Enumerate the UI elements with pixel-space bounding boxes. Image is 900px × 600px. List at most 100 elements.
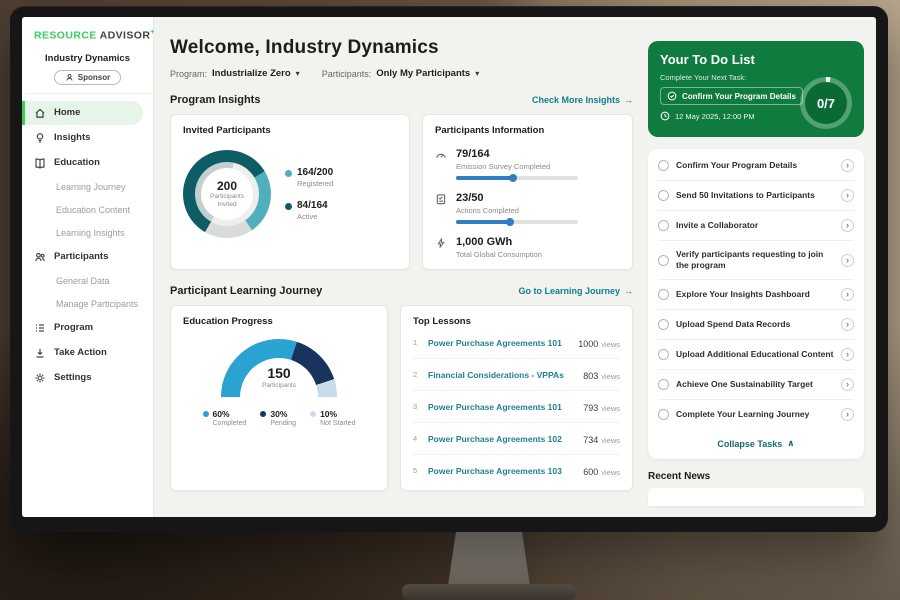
sidebar-item-label: Education Content [56, 205, 130, 215]
sidebar-item-label: Learning Journey [56, 182, 126, 192]
task-label: Achieve One Sustainability Target [676, 379, 834, 390]
info-row-consumption: 1,000 GWh Total Global Consumption [435, 236, 620, 259]
lesson-link[interactable]: Power Purchase Agreements 101 [428, 402, 576, 412]
sidebar-item-education[interactable]: Education [22, 151, 153, 175]
lesson-link[interactable]: Power Purchase Agreements 101 [428, 338, 571, 348]
check-more-insights-link[interactable]: Check More Insights → [532, 95, 633, 105]
education-progress-gauge-chart: 150 Participants [221, 339, 337, 397]
chevron-down-icon: ▾ [296, 69, 300, 78]
task-checkbox[interactable] [658, 379, 669, 390]
sponsor-badge[interactable]: Sponsor [54, 70, 121, 85]
lesson-views-unit: views [601, 468, 620, 477]
chevron-right-icon[interactable]: › [841, 189, 854, 202]
sidebar-item-education-content[interactable]: Education Content [22, 199, 153, 221]
task-label: Confirm Your Program Details [676, 160, 834, 171]
task-item[interactable]: Explore Your Insights Dashboard › [658, 280, 854, 310]
top-lessons-card: Top Lessons 1 Power Purchase Agreements … [400, 305, 633, 491]
gear-icon [34, 372, 46, 384]
task-checkbox[interactable] [658, 319, 669, 330]
task-item[interactable]: Achieve One Sustainability Target › [658, 370, 854, 400]
legend-item-not-started: 10% Not Started [310, 409, 355, 427]
go-to-learning-journey-link[interactable]: Go to Learning Journey → [518, 286, 633, 296]
filters-bar: Program: Industrialize Zero ▾ Participan… [170, 68, 633, 79]
education-progress-card: Education Progress 150 Participants 60% … [170, 305, 388, 491]
collapse-tasks-link[interactable]: Collapse Tasks ∧ [658, 429, 854, 459]
chevron-right-icon[interactable]: › [841, 318, 854, 331]
sidebar-item-learning-journey[interactable]: Learning Journey [22, 176, 153, 198]
sidebar-item-insights[interactable]: Insights [22, 126, 153, 150]
task-item[interactable]: Invite a Collaborator › [658, 211, 854, 241]
sidebar-item-take-action[interactable]: Take Action [22, 341, 153, 365]
consumption-label: Total Global Consumption [456, 250, 542, 259]
lesson-link[interactable]: Power Purchase Agreements 102 [428, 434, 576, 444]
brand-primary: RESOURCE [34, 30, 97, 42]
brand-secondary: ADVISOR [100, 30, 151, 42]
card-title: Education Progress [183, 316, 375, 327]
sidebar-item-program[interactable]: Program [22, 316, 153, 340]
task-checkbox[interactable] [658, 220, 669, 231]
todo-title: Your To Do List [660, 52, 852, 67]
sidebar-item-manage-participants[interactable]: Manage Participants [22, 293, 153, 315]
card-title: Participants Information [435, 125, 620, 136]
lesson-row: 3 Power Purchase Agreements 101 793views [413, 391, 620, 423]
sidebar-item-home[interactable]: Home [22, 101, 143, 125]
monitor-stand-neck [448, 530, 530, 586]
participants-count-label: Participants [221, 382, 337, 389]
lesson-link[interactable]: Power Purchase Agreements 103 [428, 466, 576, 476]
task-checkbox[interactable] [658, 349, 669, 360]
monitor-frame: RESOURCE ADVISOR+ Industry Dynamics Spon… [10, 6, 888, 532]
program-insights-header: Program Insights Check More Insights → [170, 94, 633, 106]
legend-item-completed: 60% Completed [203, 409, 247, 427]
task-label: Verify participants requesting to join t… [676, 249, 834, 271]
main-content: Welcome, Industry Dynamics Program: Indu… [154, 17, 646, 517]
right-panel: Your To Do List Complete Your Next Task:… [646, 17, 876, 517]
task-item[interactable]: Complete Your Learning Journey › [658, 400, 854, 429]
task-label: Send 50 Invitations to Participants [676, 190, 834, 201]
task-checkbox[interactable] [658, 409, 669, 420]
book-icon [34, 157, 46, 169]
task-checkbox[interactable] [658, 289, 669, 300]
chevron-right-icon[interactable]: › [841, 254, 854, 267]
active-label: Active [297, 212, 328, 221]
chevron-right-icon[interactable]: › [841, 219, 854, 232]
brand-logo: RESOURCE ADVISOR+ [22, 29, 153, 44]
legend-dot [285, 170, 292, 177]
task-item[interactable]: Send 50 Invitations to Participants › [658, 181, 854, 211]
sidebar-item-settings[interactable]: Settings [22, 366, 153, 390]
learning-cards-row: Education Progress 150 Participants 60% … [170, 305, 633, 491]
meter-icon [435, 149, 447, 161]
chevron-right-icon[interactable]: › [841, 408, 854, 421]
emission-survey-label: Emission Survey Completed [456, 162, 578, 171]
emission-survey-progressbar [456, 176, 578, 180]
chevron-right-icon[interactable]: › [841, 288, 854, 301]
not-started-label: Not Started [320, 420, 355, 427]
chevron-right-icon[interactable]: › [841, 378, 854, 391]
task-item[interactable]: Confirm Your Program Details › [658, 151, 854, 181]
task-checkbox[interactable] [658, 255, 669, 266]
sidebar-item-label: Education [54, 157, 100, 168]
task-checkbox[interactable] [658, 160, 669, 171]
lesson-views: 734 [583, 435, 598, 445]
legend-dot [285, 203, 292, 210]
gauge-center: 150 Participants [221, 365, 337, 389]
task-checkbox[interactable] [658, 190, 669, 201]
sidebar-nav: Home Insights Education Learning Journey… [22, 93, 153, 390]
sidebar-item-participants[interactable]: Participants [22, 245, 153, 269]
sidebar-item-general-data[interactable]: General Data [22, 270, 153, 292]
legend-dot [310, 411, 316, 417]
chevron-up-icon: ∧ [787, 438, 794, 449]
lesson-views-unit: views [601, 436, 620, 445]
check-circle-icon [667, 91, 677, 101]
lesson-views: 600 [583, 467, 598, 477]
task-item[interactable]: Verify participants requesting to join t… [658, 241, 854, 280]
participants-filter[interactable]: Participants: Only My Participants ▾ [322, 68, 480, 79]
task-item[interactable]: Upload Spend Data Records › [658, 310, 854, 340]
task-item[interactable]: Upload Additional Educational Content › [658, 340, 854, 370]
next-task[interactable]: Confirm Your Program Details [660, 87, 803, 105]
lesson-link[interactable]: Financial Considerations - VPPAs [428, 370, 576, 380]
program-filter[interactable]: Program: Industrialize Zero ▾ [170, 68, 300, 79]
chevron-right-icon[interactable]: › [841, 159, 854, 172]
dashboard-screen: RESOURCE ADVISOR+ Industry Dynamics Spon… [22, 17, 876, 517]
sidebar-item-learning-insights[interactable]: Learning Insights [22, 222, 153, 244]
chevron-right-icon[interactable]: › [841, 348, 854, 361]
